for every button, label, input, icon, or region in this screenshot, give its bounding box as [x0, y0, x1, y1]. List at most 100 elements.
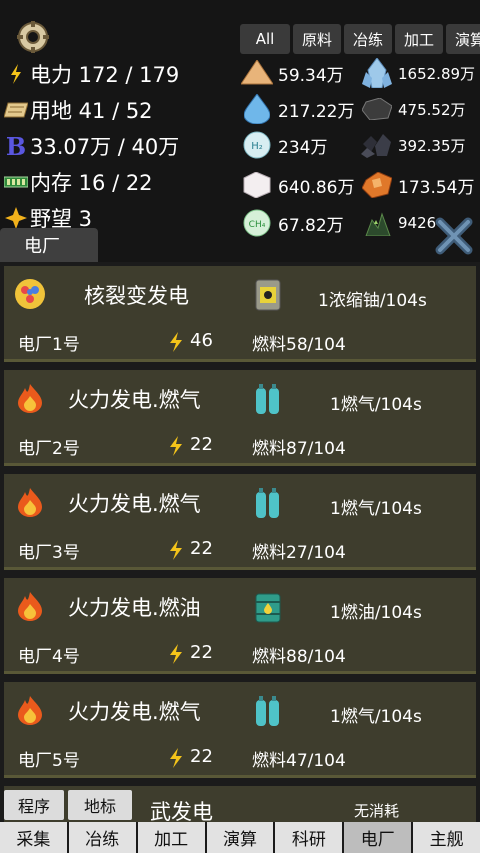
- power-value: 电力 172 / 179: [30, 63, 180, 87]
- flame-icon: [18, 384, 42, 413]
- storage-stat: 内存 16 / 22: [0, 166, 153, 198]
- uranium-barrel-icon: [255, 279, 281, 311]
- power-output: 22: [190, 642, 213, 663]
- plant-type: 火力发电.燃油: [68, 596, 201, 620]
- land-value: 用地 41 / 52: [30, 99, 153, 123]
- power-output: 46: [190, 330, 213, 351]
- nuclear-atom-icon: [15, 279, 45, 309]
- plant-type: 火力发电.燃气: [68, 492, 201, 516]
- resource-copper[interactable]: 173.54万: [360, 168, 474, 202]
- coal-icon: [360, 92, 394, 126]
- section-tab-power-plant[interactable]: 电厂: [0, 228, 98, 262]
- plant-type: 火力发电.燃气: [68, 700, 201, 724]
- lightning-icon: [4, 62, 28, 86]
- fuel-consumption: 1燃油/104s: [330, 603, 422, 623]
- resource-hydrogen[interactable]: H₂ 234万: [240, 128, 327, 162]
- lightning-icon: [170, 644, 182, 664]
- resource-dark-ore[interactable]: 392.35万: [360, 128, 466, 162]
- plant-card[interactable]: 火力发电.燃气 1燃气/104s 电厂5号 22 燃料47/104: [4, 682, 476, 778]
- power-output: 22: [190, 538, 213, 559]
- money-stat: B 33.07万 / 40万: [0, 130, 179, 162]
- nav-power-plant[interactable]: 电厂: [344, 822, 412, 853]
- resource-sand[interactable]: 59.34万: [240, 56, 344, 90]
- oil-barrel-icon: [255, 593, 281, 623]
- fuel-consumption: 1燃气/104s: [330, 499, 422, 519]
- resource-water[interactable]: 217.22万: [240, 92, 354, 126]
- green-mineral-icon: [360, 206, 394, 240]
- memory-chip-icon: [4, 170, 28, 194]
- plant-card[interactable]: 核裂变发电 1浓缩铀/104s 电厂1号 46 燃料58/104: [4, 266, 476, 362]
- power-output: 22: [190, 434, 213, 455]
- plant-card[interactable]: 火力发电.燃气 1燃气/104s 电厂3号 22 燃料27/104: [4, 474, 476, 570]
- salt-chunk-icon: [240, 168, 274, 202]
- nav-research[interactable]: 科研: [275, 822, 343, 853]
- fuel-level: 燃料87/104: [252, 439, 346, 459]
- resource-coal[interactable]: 475.52万: [360, 92, 466, 126]
- power-stat: 电力 172 / 179: [0, 58, 179, 90]
- lightning-icon: [170, 332, 182, 352]
- svg-text:CH₄: CH₄: [249, 220, 266, 230]
- crystal-icon: [360, 56, 394, 90]
- money-value: 33.07万 / 40万: [30, 135, 180, 159]
- plant-card[interactable]: 火力发电.燃油 1燃油/104s 电厂4号 22 燃料88/104: [4, 578, 476, 674]
- status-panel: 电力 172 / 179 用地 41 / 52 B 33.07万 / 40万 内…: [0, 0, 480, 262]
- svg-text:H₂: H₂: [251, 141, 263, 152]
- close-icon[interactable]: [432, 214, 476, 258]
- landmark-button[interactable]: 地标: [68, 790, 132, 820]
- plant-name: 电厂5号: [18, 751, 80, 771]
- fuel-level: 燃料47/104: [252, 751, 346, 771]
- dark-ore-icon: [360, 128, 394, 162]
- land-icon: [4, 98, 28, 122]
- resource-crystal[interactable]: 1652.89万: [360, 56, 475, 90]
- program-button[interactable]: 程序: [4, 790, 64, 820]
- gas-cylinder-icon: [256, 696, 279, 726]
- flame-icon: [18, 592, 42, 621]
- fuel-consumption: 1燃气/104s: [330, 395, 422, 415]
- fuel-level: 燃料88/104: [252, 647, 346, 667]
- fuel-level: 燃料58/104: [252, 335, 346, 355]
- fuel-level: 燃料27/104: [252, 543, 346, 563]
- plant-type: 核裂变发电: [84, 284, 189, 308]
- lightning-icon: [170, 748, 182, 768]
- lightning-icon: [170, 436, 182, 456]
- fuel-consumption: 1燃气/104s: [330, 707, 422, 727]
- nav-process[interactable]: 加工: [137, 822, 205, 853]
- filter-compute[interactable]: 演算: [446, 24, 480, 54]
- storage-value: 内存 16 / 22: [30, 171, 153, 195]
- plant-name: 电厂2号: [18, 439, 80, 459]
- star-icon: [4, 206, 28, 230]
- fuel-consumption: 无消耗: [354, 802, 400, 820]
- plant-type: 火力发电.燃气: [68, 388, 201, 412]
- resource-green-mineral[interactable]: 9426: [360, 206, 436, 240]
- gear-icon[interactable]: [16, 20, 50, 54]
- filter-all[interactable]: All: [240, 24, 290, 54]
- money-icon: B: [5, 131, 27, 161]
- plant-name: 电厂3号: [18, 543, 80, 563]
- plant-name: 电厂1号: [18, 335, 80, 355]
- sand-pile-icon: [240, 56, 274, 90]
- flame-icon: [18, 696, 42, 725]
- bottom-nav: 采集 冶练 加工 演算 科研 电厂 主舰: [0, 822, 480, 853]
- nav-smelt[interactable]: 冶练: [68, 822, 136, 853]
- power-output: 22: [190, 746, 213, 767]
- nav-mothership[interactable]: 主舰: [413, 822, 480, 853]
- resource-filter-bar: All 原料 冶练 加工 演算: [240, 24, 480, 54]
- hydrogen-bubble-icon: H₂: [240, 128, 274, 162]
- filter-process[interactable]: 加工: [395, 24, 443, 54]
- lightning-icon: [170, 540, 182, 560]
- water-drop-icon: [240, 92, 274, 126]
- resource-salt[interactable]: 640.86万: [240, 168, 354, 202]
- nav-collect[interactable]: 采集: [0, 822, 67, 853]
- gas-cylinder-icon: [256, 384, 279, 414]
- gas-cylinder-icon: [256, 488, 279, 518]
- land-stat: 用地 41 / 52: [0, 94, 153, 126]
- resource-methane[interactable]: CH₄ 67.82万: [240, 206, 344, 240]
- nav-compute[interactable]: 演算: [206, 822, 274, 853]
- fuel-consumption: 1浓缩铀/104s: [318, 291, 427, 311]
- filter-smelt[interactable]: 冶练: [344, 24, 392, 54]
- copper-ore-icon: [360, 168, 394, 202]
- plant-card[interactable]: 火力发电.燃气 1燃气/104s 电厂2号 22 燃料87/104: [4, 370, 476, 466]
- flame-icon: [18, 488, 42, 517]
- plant-name: 电厂4号: [18, 647, 80, 667]
- filter-raw[interactable]: 原料: [293, 24, 341, 54]
